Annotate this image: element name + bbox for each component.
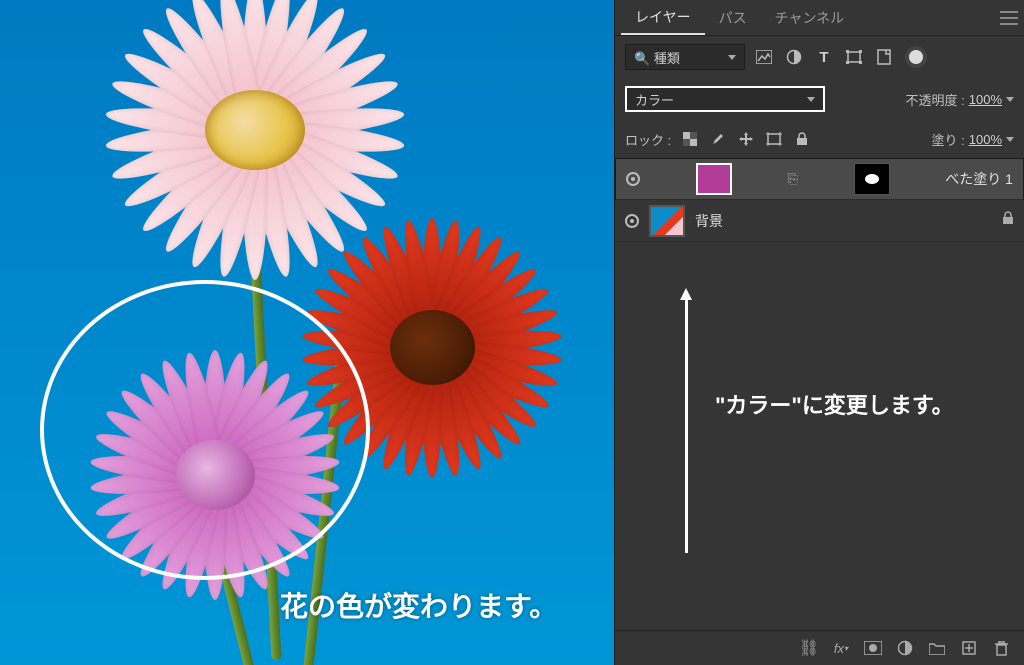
visibility-toggle[interactable] <box>625 214 639 228</box>
lock-transparent-icon[interactable] <box>679 128 701 150</box>
chevron-down-icon <box>1006 137 1014 142</box>
opacity-control[interactable]: 不透明度 : 100% <box>906 90 1014 109</box>
layer-row-solid-fill[interactable]: ⎘ べた塗り 1 <box>615 158 1024 200</box>
blend-mode-select[interactable]: カラー <box>625 86 825 112</box>
annotation-caption: 花の色が変わります。 <box>280 585 557 625</box>
tab-paths[interactable]: パス <box>705 2 761 34</box>
layers-panel: レイヤー パス チャンネル 🔍 種類 T カラー 不透明度 : 100% ロック… <box>614 0 1024 665</box>
annotation-note: "カラー"に変更します。 <box>715 388 954 420</box>
fx-icon[interactable]: fx▾ <box>832 639 850 657</box>
lock-artboard-icon[interactable] <box>763 128 785 150</box>
adjustment-layer-icon[interactable] <box>896 639 914 657</box>
chevron-down-icon <box>1006 97 1014 102</box>
lock-move-icon[interactable] <box>735 128 757 150</box>
group-icon[interactable] <box>928 639 946 657</box>
filter-smart-icon[interactable] <box>873 46 895 68</box>
layer-row-background[interactable]: 背景 <box>615 200 1024 242</box>
visibility-toggle[interactable] <box>626 172 640 186</box>
filter-row: 🔍 種類 T <box>615 36 1024 78</box>
chevron-down-icon <box>807 97 815 102</box>
annotation-circle <box>40 280 370 580</box>
chevron-down-icon <box>728 55 736 60</box>
link-mask-icon[interactable]: ⎘ <box>787 171 797 187</box>
filter-image-icon[interactable] <box>753 46 775 68</box>
lock-all-icon[interactable] <box>791 128 813 150</box>
filter-toggle[interactable] <box>909 50 923 64</box>
lock-brush-icon[interactable] <box>707 128 729 150</box>
layers-footer: ⛓ fx▾ <box>615 630 1024 665</box>
tab-layers[interactable]: レイヤー <box>621 1 705 35</box>
link-layers-icon[interactable]: ⛓ <box>800 639 818 657</box>
lock-label: ロック : <box>625 130 671 149</box>
annotation-arrow <box>685 298 688 553</box>
layer-thumb[interactable] <box>649 205 685 237</box>
filter-text-icon[interactable]: T <box>813 46 835 68</box>
fill-control[interactable]: 塗り : 100% <box>932 130 1014 149</box>
tab-channels[interactable]: チャンネル <box>761 2 859 34</box>
filter-adjust-icon[interactable] <box>783 46 805 68</box>
new-layer-icon[interactable] <box>960 639 978 657</box>
trash-icon[interactable] <box>992 639 1010 657</box>
layer-name[interactable]: べた塗り 1 <box>945 169 1013 189</box>
lock-icon <box>1002 211 1014 230</box>
filter-shape-icon[interactable] <box>843 46 865 68</box>
layer-name[interactable]: 背景 <box>695 211 723 231</box>
filter-kind-select[interactable]: 🔍 種類 <box>625 44 745 70</box>
panel-tabs: レイヤー パス チャンネル <box>615 0 1024 36</box>
layer-list: ⎘ べた塗り 1 背景 "カラー"に変更します。 <box>615 158 1024 630</box>
mask-icon[interactable] <box>864 639 882 657</box>
layer-mask-thumb[interactable] <box>854 163 890 195</box>
document-canvas[interactable]: 花の色が変わります。 <box>0 0 614 665</box>
layer-thumb[interactable] <box>696 163 732 195</box>
panel-menu-icon[interactable] <box>1000 11 1018 25</box>
